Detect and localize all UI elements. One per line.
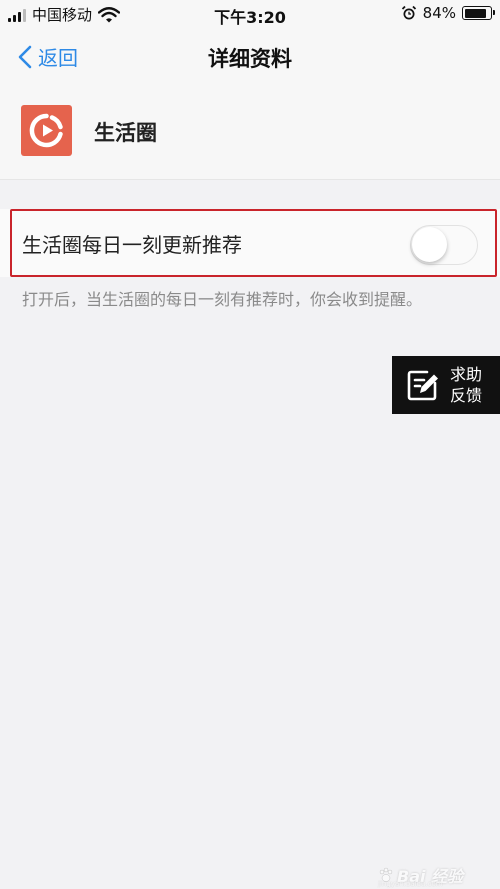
help-label-line2: 反馈: [450, 386, 483, 405]
watermark-url: jingyan.baidu.com: [378, 880, 443, 888]
nav-bar: 返回 详细资料: [0, 30, 500, 84]
recommendation-toggle[interactable]: [410, 225, 478, 265]
app-info-header: 生活圈: [0, 84, 500, 180]
battery-percentage: 84%: [422, 4, 456, 22]
app-name: 生活圈: [94, 121, 157, 145]
battery-icon: [462, 6, 495, 20]
setting-label: 生活圈每日一刻更新推荐: [22, 233, 242, 257]
help-label-line1: 求助: [450, 365, 483, 384]
page-title: 详细资料: [208, 47, 292, 71]
setting-row: 生活圈每日一刻更新推荐: [0, 209, 500, 277]
toggle-knob: [412, 227, 447, 262]
help-label: 求助 反馈: [450, 364, 482, 406]
edit-note-icon: [407, 370, 438, 401]
status-bar: 中国移动 下午3:20 84%: [0, 0, 500, 30]
play-circle-icon: [29, 113, 63, 148]
alarm-clock-icon: [401, 5, 416, 20]
setting-description: 打开后，当生活圈的每日一刻有推荐时，你会收到提醒。: [22, 290, 423, 309]
app-logo: [21, 105, 72, 156]
status-right: 84%: [401, 4, 495, 22]
battery-fill: [464, 8, 486, 18]
help-feedback-button[interactable]: 求助 反馈: [392, 356, 500, 414]
